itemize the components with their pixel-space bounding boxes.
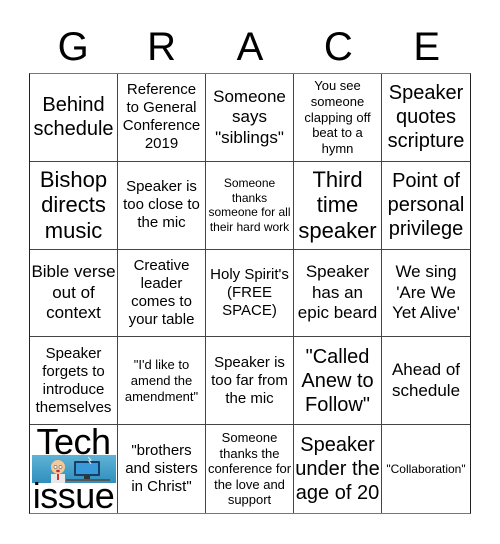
bingo-cell-text: "Called Anew to Follow"	[301, 345, 374, 416]
bingo-cell-r5-c5[interactable]: "Collaboration"	[382, 425, 470, 513]
bingo-cell-r1-c5[interactable]: Speaker quotes scripture	[382, 74, 470, 162]
bingo-header: G R A C E	[29, 22, 471, 72]
bingo-cell-text: "I'd like to amend the amendment"	[124, 357, 199, 404]
bingo-cell-text: Speaker under the age of 20	[295, 434, 380, 505]
bingo-cell-r2-c1[interactable]: Bishop directs music	[30, 161, 118, 250]
bingo-cell-r5-c3[interactable]: Someone thanks the conference for the lo…	[206, 425, 294, 513]
header-letter-e: E	[413, 25, 441, 69]
bingo-cell-text: Third time speaker	[298, 166, 377, 244]
bingo-cell-text: Holy Spirit's (FREE SPACE)	[210, 265, 289, 319]
bingo-cell-r2-c2[interactable]: Speaker is too close to the mic	[118, 161, 206, 250]
header-letter-c: C	[323, 25, 353, 69]
bingo-cell-r5-c1[interactable]: Tech issue	[30, 425, 118, 513]
bingo-cell-text: Point of personal privilege	[387, 170, 465, 241]
bingo-cell-r2-c4[interactable]: Third time speaker	[294, 161, 382, 250]
bingo-grid: Behind schedule Reference to General Conf…	[29, 73, 471, 514]
header-letter-r: R	[147, 25, 177, 69]
bingo-cell-text: Someone thanks the conference for the lo…	[207, 430, 292, 508]
bingo-cell-r4-c4[interactable]: "Called Anew to Follow"	[294, 337, 382, 426]
bingo-cell-text: Someone thanks someone for all their har…	[208, 176, 291, 234]
bingo-cell-r3-c4[interactable]: Speaker has an epic beard	[294, 249, 382, 338]
bingo-cell-text: Speaker forgets to introduce themselves	[35, 344, 112, 416]
bingo-cell-text: Bible verse out of context	[31, 262, 116, 323]
bingo-cell-text: Speaker is too close to the mic	[123, 178, 200, 232]
tech-issue-image: Tech issue	[31, 425, 116, 514]
bingo-cell-text: Reference to General Conference 2019	[122, 81, 201, 153]
bingo-cell-text: Creative leader comes to your table	[128, 256, 195, 328]
bingo-cell-r2-c3[interactable]: Someone thanks someone for all their har…	[206, 161, 294, 250]
bingo-cell-text: Behind schedule	[33, 94, 114, 141]
bingo-cell-r5-c2[interactable]: "brothers and sisters in Christ"	[118, 425, 206, 513]
header-letter-a: A	[236, 25, 264, 69]
bingo-cell-r4-c5[interactable]: Ahead of schedule	[382, 337, 470, 426]
bingo-cell-r2-c5[interactable]: Point of personal privilege	[382, 162, 470, 250]
bingo-cell-r1-c3[interactable]: Someone says "siblings"	[206, 74, 294, 162]
tech-word-bottom: issue	[32, 475, 115, 514]
header-letter-g: G	[57, 25, 89, 69]
bingo-cell-text: Speaker has an epic beard	[297, 262, 378, 323]
bingo-cell-r4-c2[interactable]: "I'd like to amend the amendment"	[118, 337, 206, 426]
bingo-cell-text: Speaker is too far from the mic	[211, 353, 288, 407]
tech-word-top: Tech	[36, 425, 111, 463]
bingo-cell-text: We sing 'Are We Yet Alive'	[392, 262, 460, 323]
bingo-cell-r1-c1[interactable]: Behind schedule	[30, 74, 118, 162]
bingo-cell-r4-c3[interactable]: Speaker is too far from the mic	[206, 337, 294, 426]
bingo-cell-text: Ahead of schedule	[391, 360, 461, 400]
bingo-cell-text: Someone says "siblings"	[213, 86, 286, 147]
bingo-cell-r4-c1[interactable]: Speaker forgets to introduce themselves	[30, 337, 118, 426]
bingo-cell-text: "brothers and sisters in Christ"	[125, 442, 198, 496]
bingo-cell-r3-c3[interactable]: Holy Spirit's (FREE SPACE)	[206, 249, 294, 338]
bingo-cell-text: Speaker quotes scripture	[387, 82, 465, 153]
bingo-cell-r3-c2[interactable]: Creative leader comes to your table	[118, 249, 206, 338]
bingo-cell-r1-c2[interactable]: Reference to General Conference 2019	[118, 74, 206, 162]
bingo-cell-r5-c4[interactable]: Speaker under the age of 20	[294, 425, 382, 513]
bingo-cell-text: You see someone clapping off beat to a h…	[304, 78, 371, 156]
bingo-cell-text: "Collaboration"	[386, 461, 466, 476]
bingo-cell-r1-c4[interactable]: You see someone clapping off beat to a h…	[294, 74, 382, 162]
bingo-cell-r3-c1[interactable]: Bible verse out of context	[30, 249, 118, 338]
bingo-cell-text: Bishop directs music	[39, 166, 108, 244]
bingo-cell-r3-c5[interactable]: We sing 'Are We Yet Alive'	[382, 250, 470, 338]
